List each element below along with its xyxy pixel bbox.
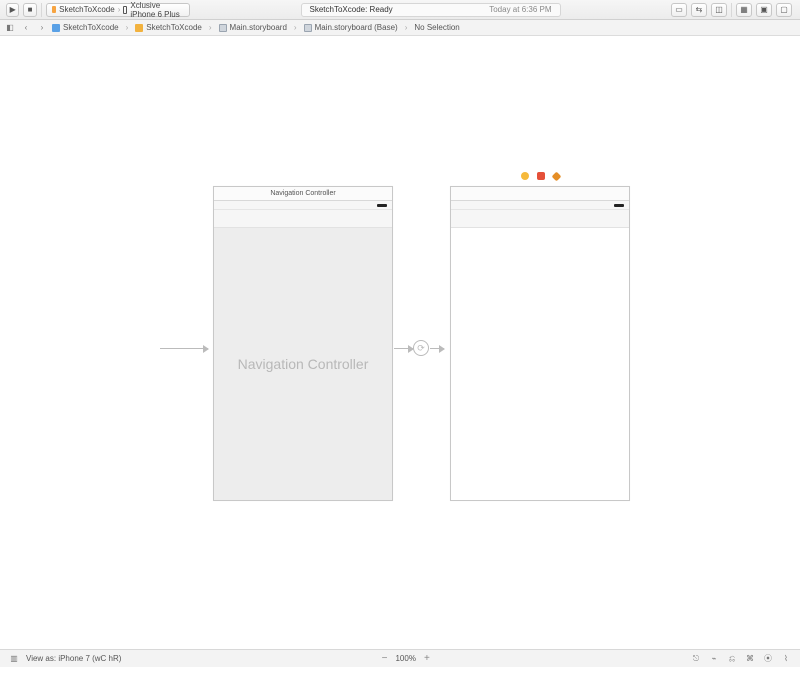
- activity-status: SketchToXcode: Ready Today at 6:36 PM: [301, 3, 561, 17]
- app-icon: [52, 6, 57, 13]
- root-segue-arrow-right[interactable]: [430, 348, 444, 349]
- update-frames-button[interactable]: ⦿: [762, 653, 774, 665]
- dock-exit-icon[interactable]: [551, 171, 561, 181]
- battery-icon: [377, 204, 387, 207]
- root-segue-icon[interactable]: ⟳: [413, 340, 429, 356]
- scheme-device: Xclusive iPhone 6 Plus: [130, 1, 184, 19]
- canvas-bottom-bar: ▥ View as: iPhone 7 (wC hR) − 100% + ⎋ ⌁…: [0, 649, 800, 667]
- scene-nav-bar[interactable]: [214, 210, 392, 228]
- device-icon: [123, 6, 127, 14]
- root-segue-arrow-left[interactable]: [394, 348, 413, 349]
- embed-button[interactable]: ⎋: [690, 653, 702, 665]
- breadcrumb-separator: [402, 23, 411, 32]
- dock-first-responder-icon[interactable]: [537, 172, 545, 180]
- scene-body[interactable]: [451, 228, 629, 500]
- status-state: Ready: [370, 5, 393, 14]
- editor-standard-button[interactable]: ▭: [671, 3, 687, 17]
- scene-nav-bar[interactable]: [451, 210, 629, 228]
- status-time: Today at 6:36 PM: [489, 5, 551, 14]
- toggle-utilities-button[interactable]: ▢: [776, 3, 792, 17]
- scheme-name: SketchToXcode: [59, 5, 115, 14]
- folder-icon: [135, 24, 143, 32]
- stop-button[interactable]: ■: [23, 3, 36, 17]
- breadcrumb-selection[interactable]: No Selection: [414, 23, 459, 32]
- zoom-level[interactable]: 100%: [395, 654, 415, 663]
- project-icon: [52, 24, 60, 32]
- nav-controller-label: Navigation Controller: [238, 356, 369, 372]
- scene-body: Navigation Controller: [214, 228, 392, 500]
- breadcrumb-separator: [206, 23, 215, 32]
- pin-button[interactable]: ⎌: [726, 653, 738, 665]
- view-as-label[interactable]: View as: iPhone 7 (wC hR): [26, 654, 121, 663]
- toolbar-separator: [731, 3, 732, 17]
- storyboard-canvas[interactable]: Navigation Controller Navigation Control…: [0, 36, 800, 667]
- scheme-selector[interactable]: SketchToXcode › Xclusive iPhone 6 Plus: [46, 3, 191, 17]
- scene-title: Navigation Controller: [270, 190, 335, 197]
- battery-icon: [614, 204, 624, 207]
- breadcrumb-separator: [123, 23, 132, 32]
- scene-title-bar[interactable]: [451, 187, 629, 201]
- main-toolbar: ▶ ■ SketchToXcode › Xclusive iPhone 6 Pl…: [0, 0, 800, 20]
- scene-status-bar: [451, 201, 629, 210]
- breadcrumb-separator: [291, 23, 300, 32]
- dock-vc-icon[interactable]: [521, 172, 529, 180]
- resolve-issues-button[interactable]: ⌘: [744, 653, 756, 665]
- run-button[interactable]: ▶: [6, 3, 19, 17]
- editor-assistant-button[interactable]: ⇆: [691, 3, 707, 17]
- editor-version-button[interactable]: ◫: [711, 3, 727, 17]
- jump-bar: ◧ ‹ › SketchToXcode SketchToXcode Main.s…: [0, 20, 800, 36]
- toolbar-separator: [41, 3, 42, 17]
- initial-vc-arrow[interactable]: [160, 348, 208, 349]
- scene-status-bar: [214, 201, 392, 210]
- forward-button[interactable]: ›: [36, 22, 48, 34]
- scene-dock: [450, 172, 630, 180]
- align-button[interactable]: ⌁: [708, 653, 720, 665]
- scene-view-controller[interactable]: [450, 186, 630, 501]
- scene-title-bar[interactable]: Navigation Controller: [214, 187, 392, 201]
- outline-toggle-button[interactable]: ▥: [8, 653, 20, 665]
- toggle-navigator-button[interactable]: ▦: [736, 3, 752, 17]
- storyboard-icon: [304, 24, 312, 32]
- toggle-debug-button[interactable]: ▣: [756, 3, 772, 17]
- stack-button[interactable]: ⌇: [780, 653, 792, 665]
- breadcrumb-file[interactable]: Main.storyboard: [219, 23, 287, 32]
- breadcrumb-folder[interactable]: SketchToXcode: [135, 23, 202, 32]
- related-items-button[interactable]: ◧: [4, 22, 16, 34]
- back-button[interactable]: ‹: [20, 22, 32, 34]
- status-product: SketchToXcode:: [310, 5, 368, 14]
- breadcrumb-file-base[interactable]: Main.storyboard (Base): [304, 23, 398, 32]
- storyboard-icon: [219, 24, 227, 32]
- scene-navigation-controller[interactable]: Navigation Controller Navigation Control…: [213, 186, 393, 501]
- zoom-in-button[interactable]: +: [420, 653, 434, 664]
- zoom-out-button[interactable]: −: [377, 653, 391, 664]
- breadcrumb-project[interactable]: SketchToXcode: [52, 23, 119, 32]
